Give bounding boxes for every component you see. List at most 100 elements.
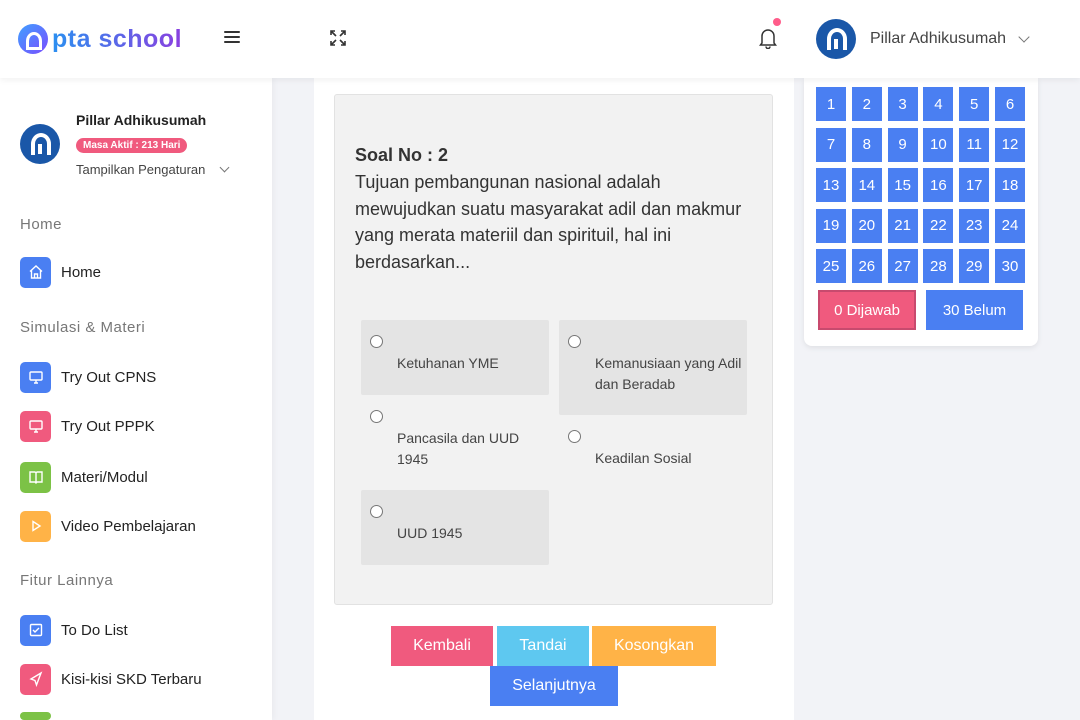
question-text: Tujuan pembangunan nasional adalah mewuj…	[355, 172, 742, 272]
section-label-fitur: Fitur Lainnya	[20, 572, 114, 589]
answer-option-text: UUD 1945	[397, 525, 463, 541]
question-number-button[interactable]: 24	[994, 208, 1025, 243]
sidebar-item-label: Home	[61, 263, 102, 281]
answer-option-1[interactable]: Ketuhanan YME	[361, 320, 549, 395]
question-number-button[interactable]: 22	[923, 208, 954, 243]
question-number-button[interactable]: 26	[851, 249, 882, 283]
monitor-icon	[20, 410, 51, 442]
answered-count: 0 Dijawab	[818, 290, 916, 330]
bell-icon[interactable]	[758, 27, 778, 49]
question-number-button[interactable]: 28	[923, 249, 954, 283]
answer-option-text: Keadilan Sosial	[595, 450, 692, 466]
radio-button[interactable]	[370, 410, 383, 423]
answer-option-text: Pancasila dan UUD 1945	[397, 430, 520, 467]
radio-button[interactable]	[370, 335, 383, 348]
question-number-button[interactable]: 11	[959, 127, 990, 162]
question-card: Soal No : 2 Tujuan pembangunan nasional …	[334, 94, 773, 605]
checkbox-icon	[20, 614, 51, 646]
question-number-button[interactable]: 7	[816, 127, 846, 162]
chevron-down-icon	[1018, 31, 1030, 43]
home-icon	[20, 256, 51, 288]
answer-option-4[interactable]: Keadilan Sosial	[559, 415, 747, 490]
notification-dot	[773, 18, 781, 26]
avatar	[816, 19, 856, 59]
status-badge: Masa Aktif : 213 Hari	[76, 138, 188, 153]
sidebar-item-kisi-kisi[interactable]: Kisi-kisi SKD Terbaru	[20, 663, 202, 695]
radio-button[interactable]	[568, 430, 581, 443]
question-number: Soal No : 2	[355, 145, 449, 165]
question-number-button[interactable]: 19	[816, 208, 846, 243]
avatar	[20, 124, 60, 164]
mark-button[interactable]: Tandai	[497, 626, 589, 666]
answer-option-text: Ketuhanan YME	[397, 355, 499, 371]
question-number-button[interactable]: 9	[887, 127, 918, 162]
sidebar: Pillar Adhikusumah Masa Aktif : 213 Hari…	[0, 78, 272, 720]
settings-toggle-label: Tampilkan Pengaturan	[76, 162, 206, 177]
question-number-button[interactable]: 4	[923, 87, 954, 121]
question-number-button[interactable]: 15	[887, 168, 918, 202]
question-number-button[interactable]: 20	[851, 208, 882, 243]
question-number-button[interactable]: 1	[816, 87, 846, 121]
sidebar-item-label: Kisi-kisi SKD Terbaru	[61, 670, 202, 688]
question-number-button[interactable]: 12	[994, 127, 1025, 162]
radio-button[interactable]	[568, 335, 581, 348]
chevron-down-icon	[219, 162, 230, 173]
sidebar-item-home[interactable]: Home	[20, 256, 101, 288]
top-bar: pta school Pillar Adhikusumah	[0, 0, 1080, 78]
question-number-button[interactable]: 16	[923, 168, 954, 202]
question-number-button[interactable]: 21	[887, 208, 918, 243]
user-menu[interactable]: Pillar Adhikusumah	[816, 19, 1030, 59]
section-label-simulasi: Simulasi & Materi	[20, 319, 146, 336]
question-number-button[interactable]: 6	[994, 87, 1025, 121]
sidebar-item-video-pembelajaran[interactable]: Video Pembelajaran	[20, 510, 196, 542]
question-number-button[interactable]: 2	[851, 87, 882, 121]
question-number-button[interactable]: 27	[887, 249, 918, 283]
radio-button[interactable]	[370, 505, 383, 518]
question-number-button[interactable]: 23	[959, 208, 990, 243]
logo-text: pta school	[52, 24, 183, 53]
question-number-button[interactable]: 8	[851, 127, 882, 162]
send-icon	[20, 663, 51, 695]
play-icon	[20, 510, 51, 542]
logo-icon	[18, 24, 48, 54]
next-button[interactable]: Selanjutnya	[490, 666, 618, 706]
answer-option-2[interactable]: Kemanusiaan yang Adil dan Beradab	[559, 320, 747, 415]
question-number-button[interactable]: 30	[994, 249, 1025, 283]
fullscreen-icon[interactable]	[329, 29, 347, 47]
menu-icon[interactable]	[224, 31, 240, 45]
sidebar-item-to-do-list[interactable]: To Do List	[20, 614, 128, 646]
sidebar-item-try-out-cpns[interactable]: Try Out CPNS	[20, 361, 156, 393]
answer-option-text: Kemanusiaan yang Adil dan Beradab	[595, 355, 742, 392]
question-number-button[interactable]: 5	[959, 87, 990, 121]
question-panel: Soal No : 2 Tujuan pembangunan nasional …	[314, 78, 794, 720]
clear-button[interactable]: Kosongkan	[592, 626, 716, 666]
book-icon	[20, 461, 51, 493]
question-number-button[interactable]: 10	[923, 127, 954, 162]
settings-toggle[interactable]: Tampilkan Pengaturan	[76, 162, 230, 177]
question-navigator: 1 2 3 4 5 6 7 8 9 10 11 12 13 14 15 16 17 18 19 20 21 22 23 24 2…	[804, 78, 1038, 346]
answer-option-3[interactable]: Pancasila dan UUD 1945	[361, 395, 549, 490]
sidebar-item-label: Materi/Modul	[61, 468, 148, 486]
sidebar-item-label: Try Out PPPK	[61, 417, 155, 435]
question-number-grid: 1 2 3 4 5 6 7 8 9 10 11 12 13 14 15 16 17 18 19 20 21 22 23 24 2…	[816, 87, 1025, 283]
sidebar-item-label: To Do List	[61, 621, 128, 639]
question-number-button[interactable]: 29	[959, 249, 990, 283]
sidebar-item-label: Try Out CPNS	[61, 368, 157, 386]
user-name: Pillar Adhikusumah	[870, 30, 1007, 47]
sidebar-item-materi-modul[interactable]: Materi/Modul	[20, 461, 148, 493]
question-number-button[interactable]: 13	[816, 168, 846, 202]
app-logo[interactable]: pta school	[18, 24, 182, 54]
sidebar-item-label: Video Pembelajaran	[61, 517, 196, 535]
sidebar-item-try-out-pppk[interactable]: Try Out PPPK	[20, 410, 155, 442]
question-number-button[interactable]: 18	[994, 168, 1025, 202]
monitor-icon	[20, 361, 51, 393]
question-number-button[interactable]: 14	[851, 168, 882, 202]
question-number-button[interactable]: 3	[887, 87, 918, 121]
unanswered-count: 30 Belum	[926, 290, 1023, 330]
answer-option-5[interactable]: UUD 1945	[361, 490, 549, 565]
question-number-button[interactable]: 25	[816, 249, 846, 283]
partial-nav-icon	[20, 712, 51, 720]
question-number-button[interactable]: 17	[959, 168, 990, 202]
back-button[interactable]: Kembali	[391, 626, 493, 666]
sidebar-user-name: Pillar Adhikusumah	[76, 112, 207, 128]
